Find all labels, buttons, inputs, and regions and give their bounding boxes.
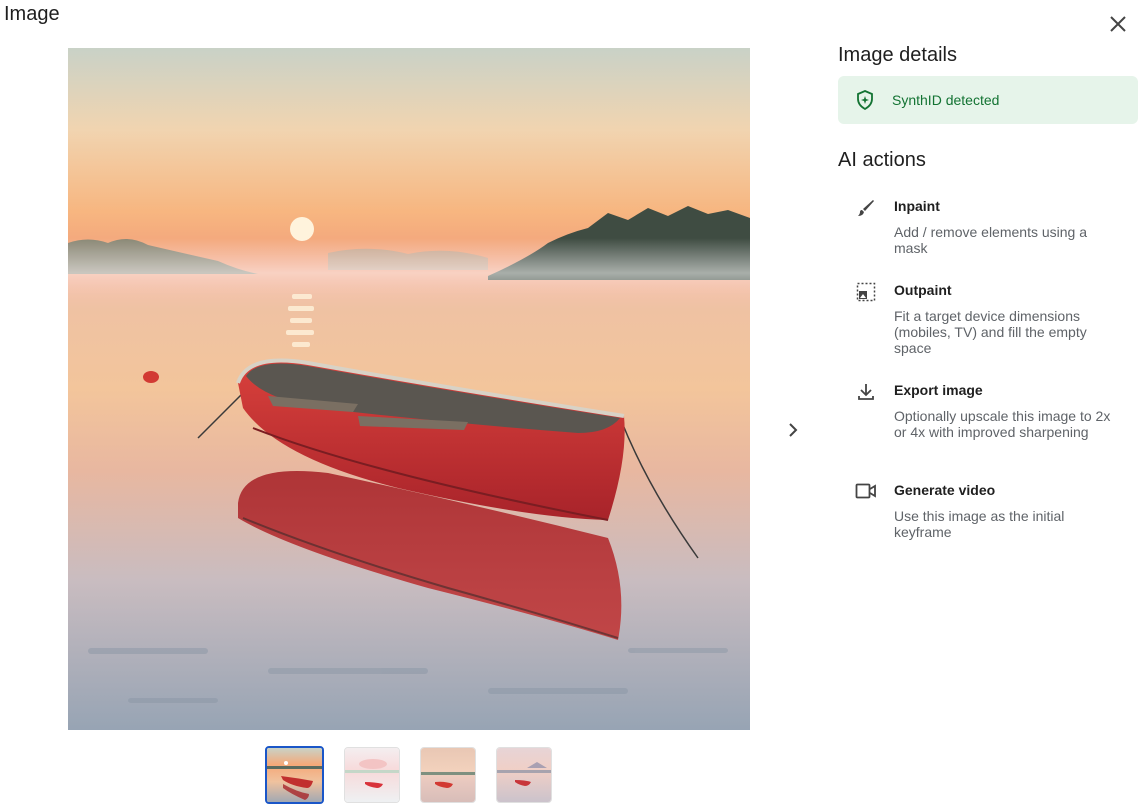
next-image-button[interactable] (780, 417, 806, 443)
brush-icon (858, 200, 874, 216)
video-camera-icon (855, 483, 876, 499)
thumbnail-2[interactable] (344, 747, 400, 803)
thumbnail-strip (265, 746, 552, 804)
thumbnail-4[interactable] (496, 747, 552, 803)
outpaint-description: Fit a target device dimensions (mobiles,… (894, 308, 1087, 356)
export-image-action[interactable]: Export image Optionally upscale this ima… (838, 382, 1138, 440)
close-button[interactable] (1104, 10, 1132, 38)
dialog-title: Image (4, 3, 60, 25)
generate-video-description: Use this image as the initial keyframe (894, 508, 1065, 540)
download-icon (858, 384, 874, 400)
generate-video-action[interactable]: Generate video Use this image as the ini… (838, 482, 1138, 540)
main-image (68, 48, 750, 730)
chevron-right-icon (789, 423, 798, 437)
inpaint-action[interactable]: Inpaint Add / remove elements using a ma… (838, 198, 1138, 256)
synthid-badge: SynthID detected (838, 76, 1138, 124)
generate-video-name: Generate video (894, 482, 996, 498)
synthid-label: SynthID detected (892, 92, 1000, 108)
inpaint-description: Add / remove elements using a mask (894, 224, 1087, 256)
inpaint-name: Inpaint (894, 198, 940, 214)
thumbnail-3[interactable] (420, 747, 476, 803)
shield-icon (857, 90, 873, 110)
close-icon (1110, 16, 1126, 32)
outpaint-icon (856, 282, 876, 302)
outpaint-action[interactable]: Outpaint Fit a target device dimensions … (838, 282, 1138, 356)
thumbnail-1[interactable] (265, 746, 324, 804)
image-details-title: Image details (838, 44, 957, 66)
export-image-name: Export image (894, 382, 983, 398)
ai-actions-title: AI actions (838, 149, 926, 171)
outpaint-name: Outpaint (894, 282, 952, 298)
details-panel: Image details SynthID detected AI action… (838, 44, 1138, 540)
export-image-description: Optionally upscale this image to 2x or 4… (894, 408, 1111, 440)
